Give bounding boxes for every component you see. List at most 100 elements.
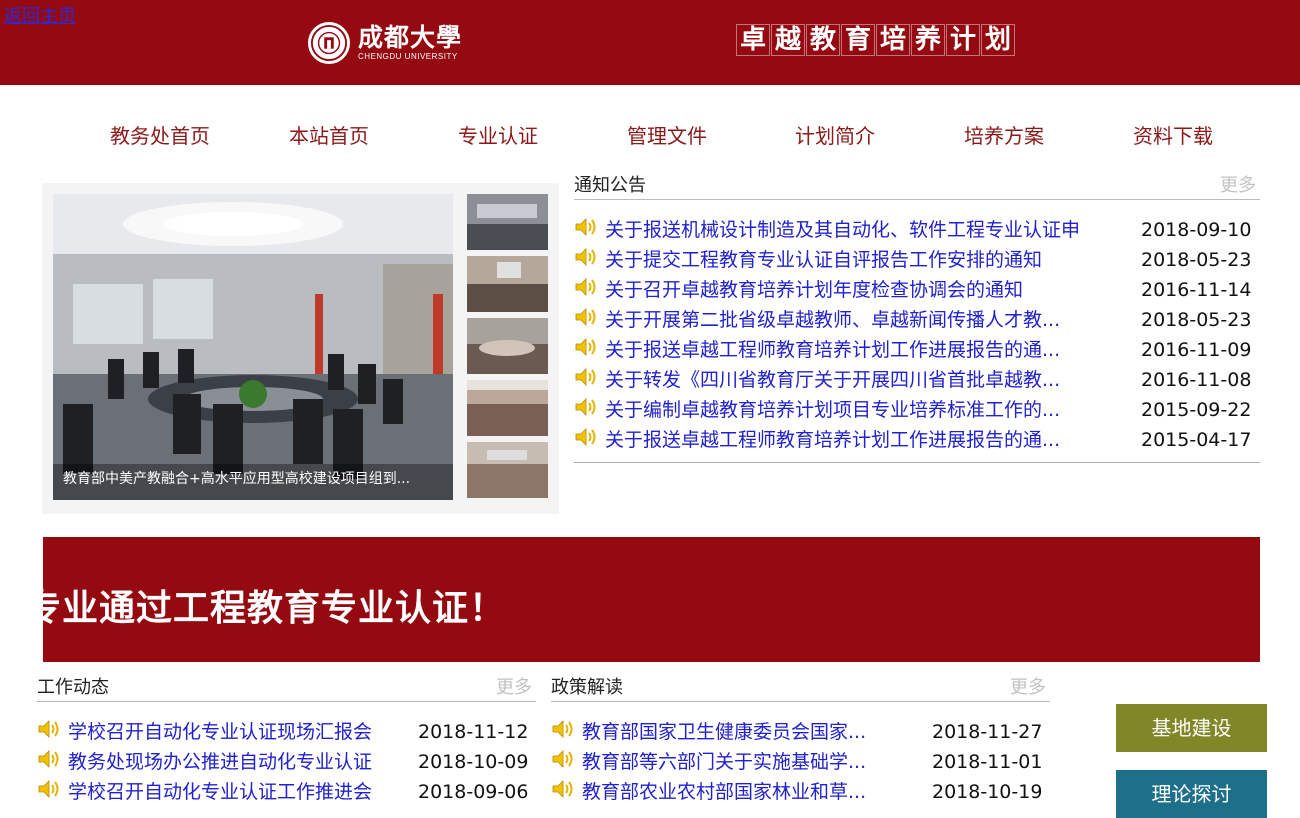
slide-thumbnail[interactable] <box>467 194 548 250</box>
policy-title: 政策解读 <box>551 677 623 698</box>
plan-title-char: 计 <box>946 24 980 56</box>
news-date: 2016-11-09 <box>1141 339 1252 361</box>
notices-more-link[interactable]: 更多 <box>1220 171 1256 197</box>
news-date: 2018-10-19 <box>932 781 1043 803</box>
news-date: 2016-11-08 <box>1141 369 1252 391</box>
speaker-icon <box>552 780 573 798</box>
news-title-link[interactable]: 教育部国家卫生健康委员会国家... <box>582 719 866 745</box>
side-nav-button[interactable]: 基地建设 <box>1116 704 1267 752</box>
speaker-icon <box>575 248 596 266</box>
news-date: 2018-05-23 <box>1141 249 1252 271</box>
news-title-link[interactable]: 关于召开卓越教育培养计划年度检查协调会的通知 <box>605 277 1023 303</box>
news-title-link[interactable]: 关于编制卓越教育培养计划项目专业培养标准工作的... <box>605 397 1060 423</box>
speaker-icon <box>575 338 596 356</box>
list-item: 关于转发《四川省教育厅关于开展四川省首批卓越教... 2016-11-08 <box>574 367 1261 397</box>
plan-title-char: 培 <box>876 24 910 56</box>
news-date: 2018-05-23 <box>1141 309 1252 331</box>
slide-thumbnail[interactable] <box>467 256 548 312</box>
notices-divider <box>574 462 1260 463</box>
speaker-icon <box>575 428 596 446</box>
work-news-header: 工作动态 更多 <box>37 677 536 702</box>
news-title-link[interactable]: 学校召开自动化专业认证现场汇报会 <box>68 719 372 745</box>
news-title-link[interactable]: 关于报送卓越工程师教育培养计划工作进展报告的通... <box>605 427 1060 453</box>
slide-thumbnail[interactable] <box>467 442 548 498</box>
news-title-link[interactable]: 关于报送卓越工程师教育培养计划工作进展报告的通... <box>605 337 1060 363</box>
speaker-icon <box>38 750 59 768</box>
nav-item[interactable]: 计划简介 <box>795 122 875 150</box>
speaker-icon <box>575 278 596 296</box>
speaker-icon <box>38 720 59 738</box>
news-date: 2018-09-10 <box>1141 219 1252 241</box>
news-date: 2018-11-12 <box>418 721 529 743</box>
news-title-link[interactable]: 教务处现场办公推进自动化专业认证 <box>68 749 372 775</box>
list-item: 关于报送卓越工程师教育培养计划工作进展报告的通... 2015-04-17 <box>574 427 1261 457</box>
list-item: 教育部农业农村部国家林业和草... 2018-10-19 <box>551 779 1052 809</box>
news-date: 2015-04-17 <box>1141 429 1252 451</box>
list-item: 关于报送卓越工程师教育培养计划工作进展报告的通... 2016-11-09 <box>574 337 1261 367</box>
news-date: 2018-10-09 <box>418 751 529 773</box>
nav-item[interactable]: 教务处首页 <box>110 122 210 150</box>
banner-text: 专业通过工程教育专业认证！ <box>43 587 507 629</box>
university-logo[interactable]: 成都大學 CHENGDU UNIVERSITY <box>308 18 462 68</box>
scrolling-banner: 专业通过工程教育专业认证！ <box>43 537 1260 662</box>
notices-title: 通知公告 <box>574 175 646 196</box>
nav-item[interactable]: 资料下载 <box>1133 122 1213 150</box>
speaker-icon <box>575 218 596 236</box>
speaker-icon <box>38 780 59 798</box>
nav-item[interactable]: 培养方案 <box>964 122 1044 150</box>
work-news-more-link[interactable]: 更多 <box>496 673 532 699</box>
nav-item[interactable]: 专业认证 <box>458 122 538 150</box>
list-item: 关于开展第二批省级卓越教师、卓越新闻传播人才教... 2018-05-23 <box>574 307 1261 337</box>
plan-title-char: 教 <box>806 24 840 56</box>
work-news-title: 工作动态 <box>37 677 109 698</box>
news-title-link[interactable]: 教育部农业农村部国家林业和草... <box>582 779 866 805</box>
side-nav-button[interactable]: 理论探讨 <box>1116 770 1267 818</box>
nav-item[interactable]: 管理文件 <box>627 122 707 150</box>
news-title-link[interactable]: 关于报送机械设计制造及其自动化、软件工程专业认证申 <box>605 217 1080 243</box>
news-date: 2018-09-06 <box>418 781 529 803</box>
list-item: 教育部国家卫生健康委员会国家... 2018-11-27 <box>551 719 1052 749</box>
news-date: 2016-11-14 <box>1141 279 1252 301</box>
list-item: 关于报送机械设计制造及其自动化、软件工程专业认证申 2018-09-10 <box>574 217 1261 247</box>
news-title-link[interactable]: 关于提交工程教育专业认证自评报告工作安排的通知 <box>605 247 1042 273</box>
news-date: 2015-09-22 <box>1141 399 1252 421</box>
policy-header: 政策解读 更多 <box>551 677 1050 702</box>
main-nav: 教务处首页 本站首页 专业认证 管理文件 计划简介 培养方案 资料下载 <box>0 122 1300 152</box>
speaker-icon <box>552 750 573 768</box>
university-seal-icon <box>308 22 350 64</box>
logo-english-name: CHENGDU UNIVERSITY <box>358 52 458 61</box>
slide-main-photo[interactable]: 教育部中美产教融合+高水平应用型高校建设项目组到... <box>53 194 453 500</box>
list-item: 学校召开自动化专业认证工作推进会 2018-09-06 <box>37 779 538 809</box>
list-item: 教育部等六部门关于实施基础学... 2018-11-01 <box>551 749 1052 779</box>
plan-title-char: 卓 <box>736 24 770 56</box>
plan-title: 卓越教育培养计划 <box>736 24 1016 56</box>
slide-caption: 教育部中美产教融合+高水平应用型高校建设项目组到... <box>63 471 411 487</box>
list-item: 关于召开卓越教育培养计划年度检查协调会的通知 2016-11-14 <box>574 277 1261 307</box>
slide-thumbnail[interactable] <box>467 318 548 374</box>
notices-header: 通知公告 更多 <box>574 175 1260 200</box>
policy-more-link[interactable]: 更多 <box>1010 673 1046 699</box>
list-item: 教务处现场办公推进自动化专业认证 2018-10-09 <box>37 749 538 779</box>
speaker-icon <box>575 398 596 416</box>
logo-chinese-name: 成都大學 <box>358 23 463 52</box>
news-title-link[interactable]: 教育部等六部门关于实施基础学... <box>582 749 866 775</box>
news-title-link[interactable]: 关于转发《四川省教育厅关于开展四川省首批卓越教... <box>605 367 1060 393</box>
news-title-link[interactable]: 学校召开自动化专业认证工作推进会 <box>68 779 372 805</box>
back-home-link[interactable]: 返回主页 <box>4 2 76 28</box>
plan-title-char: 养 <box>911 24 945 56</box>
plan-title-char: 越 <box>771 24 805 56</box>
news-title-link[interactable]: 关于开展第二批省级卓越教师、卓越新闻传播人才教... <box>605 307 1060 333</box>
plan-title-char: 划 <box>981 24 1015 56</box>
speaker-icon <box>552 720 573 738</box>
speaker-icon <box>575 368 596 386</box>
slide-thumbnail[interactable] <box>467 380 548 436</box>
nav-item[interactable]: 本站首页 <box>289 122 369 150</box>
photo-slider: 教育部中美产教融合+高水平应用型高校建设项目组到... <box>42 183 559 514</box>
list-item: 学校召开自动化专业认证现场汇报会 2018-11-12 <box>37 719 538 749</box>
news-date: 2018-11-01 <box>932 751 1043 773</box>
speaker-icon <box>575 308 596 326</box>
list-item: 关于编制卓越教育培养计划项目专业培养标准工作的... 2015-09-22 <box>574 397 1261 427</box>
list-item: 关于提交工程教育专业认证自评报告工作安排的通知 2018-05-23 <box>574 247 1261 277</box>
site-header: 成都大學 CHENGDU UNIVERSITY 卓越教育培养计划 <box>0 0 1300 85</box>
plan-title-char: 育 <box>841 24 875 56</box>
